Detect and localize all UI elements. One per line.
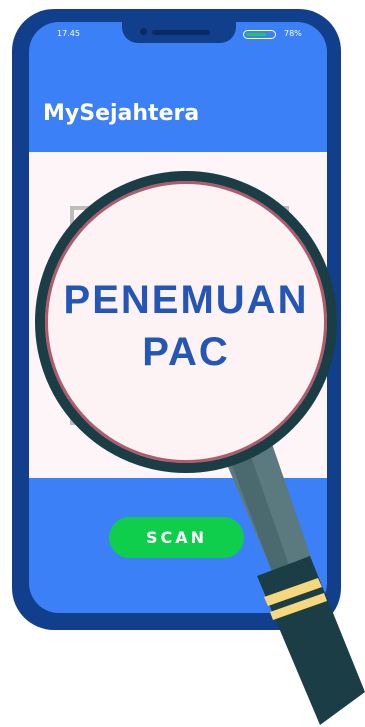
scanner-heading-line1: PENEMUAN: [63, 278, 309, 322]
scanner-heading: PENEMUAN PAC: [35, 274, 337, 378]
scanner-heading-line2: PAC: [142, 330, 230, 374]
scan-button[interactable]: SCAN: [109, 517, 244, 558]
